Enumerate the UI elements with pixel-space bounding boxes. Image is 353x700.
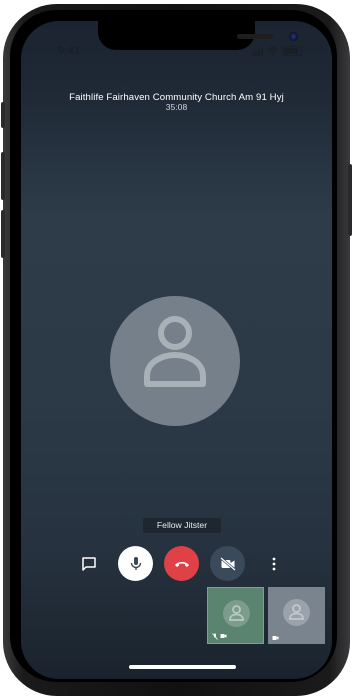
video-off-small-icon bbox=[220, 634, 227, 638]
hangup-icon bbox=[174, 561, 189, 567]
avatar-icon bbox=[144, 316, 206, 387]
avatar-icon bbox=[223, 600, 250, 627]
participant-name-tag: Fellow Jitster bbox=[143, 518, 221, 533]
participant-avatar bbox=[110, 296, 240, 426]
status-time: 9:41 bbox=[58, 45, 81, 57]
more-vertical-icon bbox=[272, 557, 276, 571]
video-off-small-icon bbox=[272, 636, 279, 640]
thumbnail-status-icons bbox=[272, 635, 279, 641]
front-camera bbox=[289, 32, 298, 41]
power-button bbox=[348, 164, 352, 236]
more-options-button[interactable] bbox=[268, 555, 280, 573]
remote-participant-thumbnail[interactable] bbox=[268, 587, 325, 644]
video-toggle-button[interactable] bbox=[210, 546, 245, 581]
avatar-icon bbox=[283, 599, 310, 626]
chat-icon bbox=[82, 557, 96, 571]
phone-notch bbox=[98, 21, 298, 50]
status-icons bbox=[252, 46, 302, 56]
signal-icon bbox=[252, 46, 263, 56]
muted-microphone-icon bbox=[212, 633, 218, 640]
mute-switch bbox=[1, 102, 5, 128]
volume-up-button bbox=[1, 152, 5, 200]
chat-button[interactable] bbox=[79, 555, 99, 573]
hangup-button[interactable] bbox=[164, 546, 199, 581]
video-off-icon bbox=[219, 556, 236, 571]
call-duration: 35:08 bbox=[165, 102, 188, 112]
wifi-icon bbox=[267, 46, 278, 55]
local-participant-thumbnail[interactable] bbox=[207, 587, 264, 644]
microphone-icon bbox=[130, 556, 141, 570]
thumbnail-status-icons bbox=[212, 633, 227, 640]
battery-icon bbox=[282, 46, 302, 56]
home-indicator[interactable] bbox=[129, 665, 236, 669]
speaker-grille bbox=[237, 34, 273, 39]
microphone-button[interactable] bbox=[118, 546, 153, 581]
volume-down-button bbox=[1, 210, 5, 258]
